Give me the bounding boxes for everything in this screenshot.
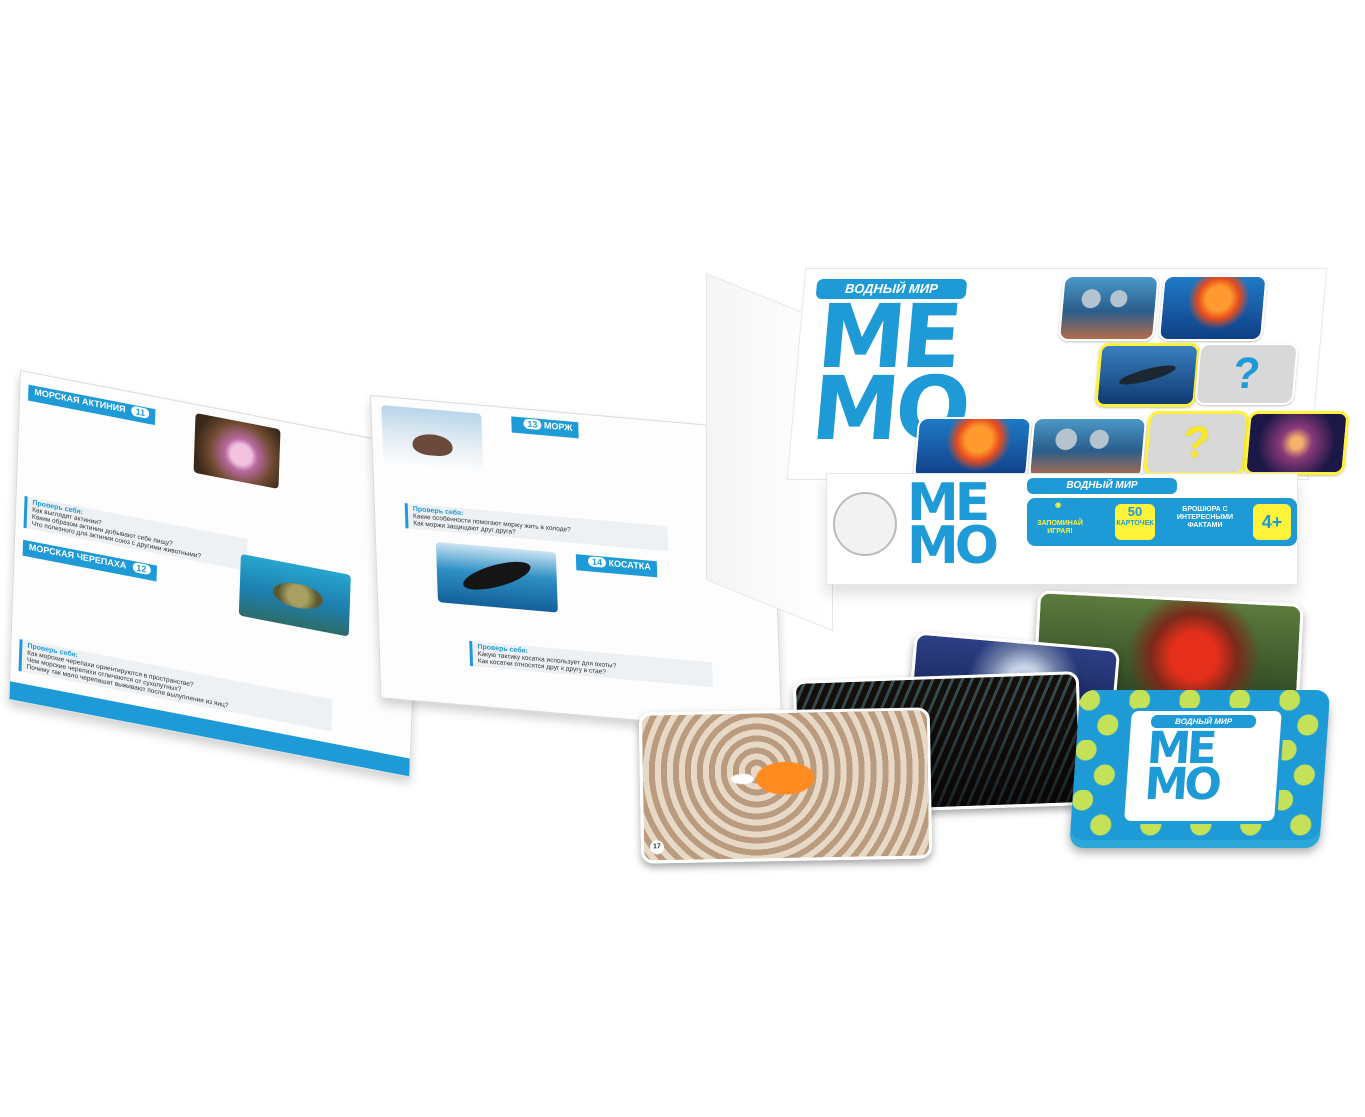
walrus-photo [381,404,484,477]
badge-brochure: БРОШЮРА С ИНТЕРЕСНЫМИ ФАКТАМИ [1176,506,1234,529]
question-mark-icon: ? [1230,349,1263,398]
question-mark-icon: ? [1180,418,1213,467]
orca-photo [435,541,558,613]
box-front: МЕ МО ВОДНЫЙ МИР ◉ ЗАПОМИНАЙ ИГРАЯ! 50 К… [826,473,1298,585]
eye-icon: ◉ [1054,502,1062,509]
front-title: ВОДНЫЙ МИР [1027,478,1177,494]
card-deck: ВОДНЫЙ МИР МЕ МО [1069,690,1331,840]
game-box: ВОДНЫЙ МИР МЕ МО ? ? МЕ МО ВОДНЫЙ МИР ◉ … [706,268,1350,632]
tile-seahorse [1243,411,1350,475]
anemone-photo [193,412,281,489]
booklet: МОРСКАЯ АКТИНИЯ 11 Проверь себя: Как выгл… [8,370,810,778]
deck-memo-logo: МЕ МО [1142,723,1220,811]
deck-label: ВОДНЫЙ МИР МЕ МО [1120,708,1285,824]
box-lid: ВОДНЫЙ МИР МЕ МО ? ? [786,268,1350,480]
tile-whale [1094,343,1201,407]
tile-question-yellow: ? [1143,411,1250,475]
tile-dolphins [1057,275,1160,341]
booklet-left-page: МОРСКАЯ АКТИНИЯ 11 Проверь себя: Как выгл… [8,370,422,778]
tile-jellyfish [1157,275,1268,341]
card-number: 17 [649,840,665,855]
tile-question-blue: ? [1194,343,1299,405]
tile-dolphins-2 [1027,417,1148,479]
badge-count: 50 КАРТОЧЕК [1115,504,1155,540]
badge-age: 4+ [1253,504,1291,540]
front-badge-strip: ◉ ЗАПОМИНАЙ ИГРАЯ! 50 КАРТОЧЕК БРОШЮРА С… [1027,498,1297,546]
brand-logo [833,492,897,556]
badge-play: ЗАПОМИНАЙ ИГРАЯ! [1037,520,1083,535]
tile-jellyfish-2 [912,417,1033,479]
card-clownfish: 17 [638,707,933,864]
front-memo-logo: МЕ МО [907,473,999,576]
